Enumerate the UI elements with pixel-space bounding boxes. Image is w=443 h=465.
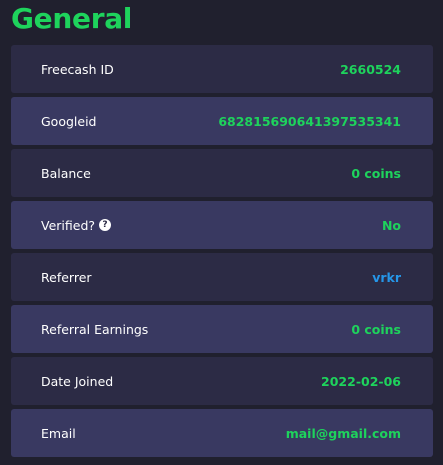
row-label-container: Verified? ?	[41, 217, 112, 233]
row-googleid: Googleid 682815690641397535341	[11, 97, 433, 145]
row-label: Referral Earnings	[41, 321, 149, 337]
row-label: Googleid	[41, 113, 97, 129]
balance-value: 0 coins	[351, 165, 401, 181]
row-date-joined: Date Joined 2022-02-06	[11, 357, 433, 405]
row-freecash-id: Freecash ID 2660524	[11, 45, 433, 93]
section-title: General	[11, 2, 133, 35]
info-list: Freecash ID 2660524 Googleid 68281569064…	[11, 45, 433, 461]
row-label: Balance	[41, 165, 91, 181]
row-balance: Balance 0 coins	[11, 149, 433, 197]
referral-earnings-value: 0 coins	[351, 321, 401, 337]
email-value: mail@gmail.com	[285, 425, 401, 441]
referrer-link[interactable]: vrkr	[372, 270, 401, 285]
date-joined-value: 2022-02-06	[321, 373, 401, 389]
row-label: Verified?	[41, 217, 96, 233]
row-label: Date Joined	[41, 373, 114, 389]
row-email: Email mail@gmail.com	[11, 409, 433, 457]
row-label: Email	[41, 425, 76, 441]
row-label: Referrer	[41, 269, 92, 285]
row-referral-earnings: Referral Earnings 0 coins	[11, 305, 433, 353]
googleid-value: 682815690641397535341	[218, 113, 401, 129]
row-verified: Verified? ? No	[11, 201, 433, 249]
verified-value: No	[381, 217, 401, 233]
help-icon[interactable]: ?	[99, 219, 112, 231]
row-label: Freecash ID	[41, 61, 114, 77]
row-referrer: Referrer vrkr	[11, 253, 433, 301]
freecash-id-value: 2660524	[340, 61, 401, 77]
general-section: General Freecash ID 2660524 Googleid 682…	[0, 0, 443, 465]
